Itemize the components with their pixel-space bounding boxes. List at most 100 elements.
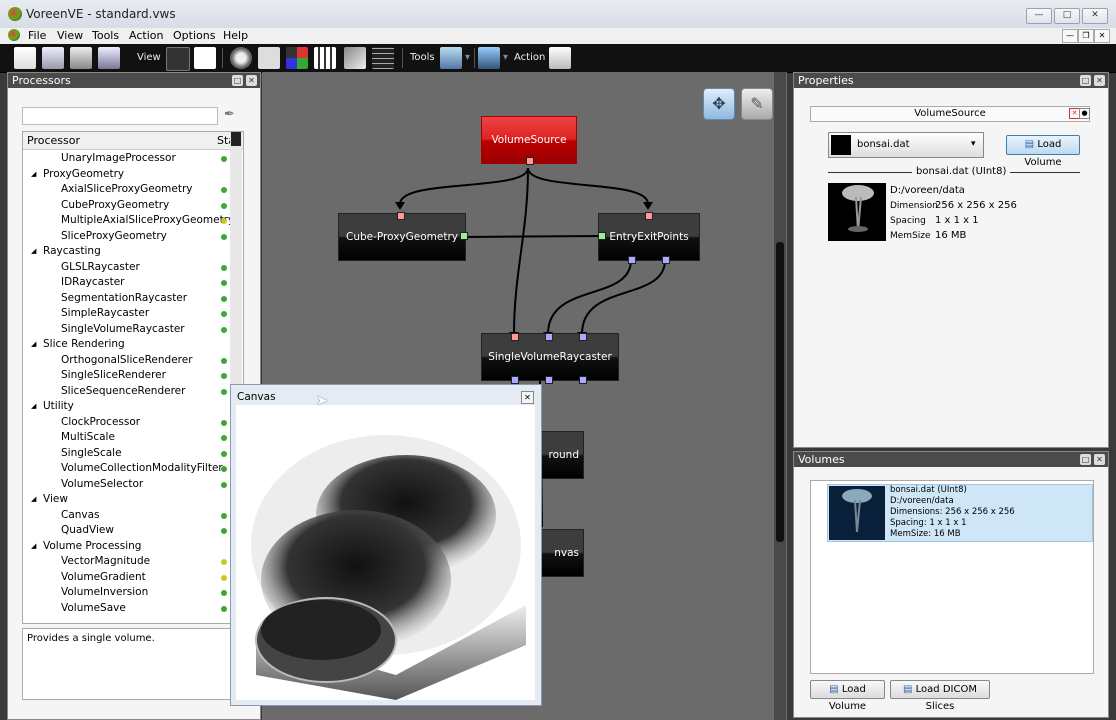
- tree-category[interactable]: ◢ Utility: [23, 399, 228, 415]
- tree-item[interactable]: SliceSequenceRenderer: [23, 384, 228, 400]
- input-port[interactable]: [645, 212, 653, 220]
- canvas-close-button[interactable]: ✕: [521, 391, 534, 404]
- console-icon[interactable]: [344, 47, 366, 69]
- tree-item[interactable]: Canvas: [23, 508, 228, 524]
- volume-list-item[interactable]: bonsai.dat (UInt8) D:/voreen/data Dimens…: [827, 484, 1093, 542]
- load-volume-button[interactable]: ▤ Load Volume: [810, 680, 885, 712]
- menu-view[interactable]: View: [57, 29, 83, 42]
- menu-action[interactable]: Action: [129, 29, 163, 42]
- output-port[interactable]: [662, 256, 670, 264]
- tree-item[interactable]: OrthogonalSliceRenderer: [23, 353, 228, 369]
- minimize-button[interactable]: —: [1026, 8, 1052, 24]
- mdi-restore-button[interactable]: ❐: [1078, 29, 1094, 43]
- menu-file[interactable]: File: [28, 29, 46, 42]
- output-port[interactable]: [460, 232, 468, 240]
- output-port[interactable]: [526, 157, 534, 165]
- menu-tools[interactable]: Tools: [92, 29, 119, 42]
- new-workspace-icon[interactable]: [14, 47, 36, 69]
- input-port[interactable]: [511, 333, 519, 341]
- maximize-button[interactable]: □: [1054, 8, 1080, 24]
- tree-item[interactable]: SegmentationRaycaster: [23, 291, 228, 307]
- app-menu-icon[interactable]: [8, 29, 20, 41]
- save-as-icon[interactable]: [98, 47, 120, 69]
- close-button[interactable]: ✕: [1082, 8, 1108, 24]
- menu-options[interactable]: Options: [173, 29, 215, 42]
- tree-item[interactable]: QuadView: [23, 523, 228, 539]
- dropdown-arrow-icon[interactable]: ▾: [465, 52, 470, 63]
- load-dicom-button[interactable]: ▤ Load DICOM Slices: [890, 680, 990, 712]
- tree-item[interactable]: VolumeGradient: [23, 570, 228, 586]
- open-workspace-icon[interactable]: [42, 47, 64, 69]
- tree-item[interactable]: MultiScale: [23, 430, 228, 446]
- tree-item[interactable]: SimpleRaycaster: [23, 306, 228, 322]
- expand-arrow-icon[interactable]: ◢: [31, 492, 36, 507]
- tree-item[interactable]: UnaryImageProcessor: [23, 151, 228, 167]
- scrollbar-thumb[interactable]: [231, 132, 241, 146]
- input-port[interactable]: [545, 333, 553, 341]
- tree-item[interactable]: VolumeInversion: [23, 585, 228, 601]
- tree-item[interactable]: VolumeSelector: [23, 477, 228, 493]
- search-icon[interactable]: ✒: [224, 107, 235, 122]
- processor-search-input[interactable]: [22, 107, 218, 125]
- save-workspace-icon[interactable]: [70, 47, 92, 69]
- panel-float-button[interactable]: □: [1080, 75, 1091, 86]
- input-port[interactable]: [397, 212, 405, 220]
- tree-item[interactable]: SingleScale: [23, 446, 228, 462]
- load-volume-button[interactable]: ▤ Load Volume: [1006, 135, 1080, 168]
- node-entry-exit-points[interactable]: EntryExitPoints: [598, 213, 700, 261]
- tree-item[interactable]: CubeProxyGeometry: [23, 198, 228, 214]
- mdi-minimize-button[interactable]: —: [1062, 29, 1078, 43]
- tree-item[interactable]: VolumeSave: [23, 601, 228, 617]
- grid-icon[interactable]: [372, 47, 394, 69]
- panel-close-button[interactable]: ✕: [1094, 75, 1105, 86]
- output-port[interactable]: [628, 256, 636, 264]
- rebuild-shaders-icon[interactable]: [549, 47, 571, 69]
- canvas-window[interactable]: Canvas ✕ ➤: [230, 384, 542, 706]
- render-canvas[interactable]: [236, 405, 535, 700]
- tree-item[interactable]: ClockProcessor: [23, 415, 228, 431]
- properties-panel-icon[interactable]: [286, 47, 308, 69]
- input-port[interactable]: [598, 232, 606, 240]
- network-view-icon[interactable]: [166, 47, 190, 71]
- tree-item[interactable]: VectorMagnitude: [23, 554, 228, 570]
- tree-category[interactable]: ◢ ProxyGeometry: [23, 167, 228, 183]
- node-cube-proxy-geometry[interactable]: Cube-ProxyGeometry: [338, 213, 466, 261]
- group-settings-icon[interactable]: ●: [1079, 108, 1090, 119]
- tree-item[interactable]: SingleVolumeRaycaster: [23, 322, 228, 338]
- tree-item[interactable]: AxialSliceProxyGeometry: [23, 182, 228, 198]
- tree-item[interactable]: SingleSliceRenderer: [23, 368, 228, 384]
- tree-category[interactable]: ◢ Volume Processing: [23, 539, 228, 555]
- tree-item[interactable]: MultipleAxialSliceProxyGeometry: [23, 213, 234, 229]
- tree-item[interactable]: VolumeCollectionModalityFilter: [23, 461, 228, 477]
- panel-close-button[interactable]: ✕: [1094, 454, 1105, 465]
- expand-arrow-icon[interactable]: ◢: [31, 539, 36, 554]
- gear-icon[interactable]: [230, 47, 252, 69]
- panel-close-button[interactable]: ✕: [246, 75, 257, 86]
- dropdown-arrow-icon[interactable]: ▾: [503, 52, 508, 63]
- menu-help[interactable]: Help: [223, 29, 248, 42]
- panel-float-button[interactable]: □: [232, 75, 243, 86]
- tree-category[interactable]: ◢ View: [23, 492, 228, 508]
- expand-arrow-icon[interactable]: ◢: [31, 244, 36, 259]
- column-processor[interactable]: Processor: [27, 134, 80, 147]
- expand-arrow-icon[interactable]: ◢: [31, 399, 36, 414]
- tree-category[interactable]: ◢ Raycasting: [23, 244, 228, 260]
- canvas-view-icon[interactable]: [194, 47, 216, 69]
- tree-item[interactable]: IDRaycaster: [23, 275, 228, 291]
- output-port[interactable]: [545, 376, 553, 384]
- volumes-panel-icon[interactable]: [314, 47, 336, 69]
- tree-category[interactable]: ◢ Slice Rendering: [23, 337, 228, 353]
- output-port[interactable]: [579, 376, 587, 384]
- volume-file-select[interactable]: bonsai.dat ▾: [828, 132, 984, 158]
- screenshot-icon[interactable]: [440, 47, 462, 69]
- tree-item[interactable]: SliceProxyGeometry: [23, 229, 228, 245]
- mdi-close-button[interactable]: ✕: [1094, 29, 1110, 43]
- expand-arrow-icon[interactable]: ◢: [31, 167, 36, 182]
- input-port[interactable]: [579, 333, 587, 341]
- monitor-icon[interactable]: [478, 47, 500, 69]
- output-port[interactable]: [511, 376, 519, 384]
- panel-float-button[interactable]: □: [1080, 454, 1091, 465]
- tree-item[interactable]: GLSLRaycaster: [23, 260, 228, 276]
- processors-panel-icon[interactable]: [258, 47, 280, 69]
- expand-arrow-icon[interactable]: ◢: [31, 337, 36, 352]
